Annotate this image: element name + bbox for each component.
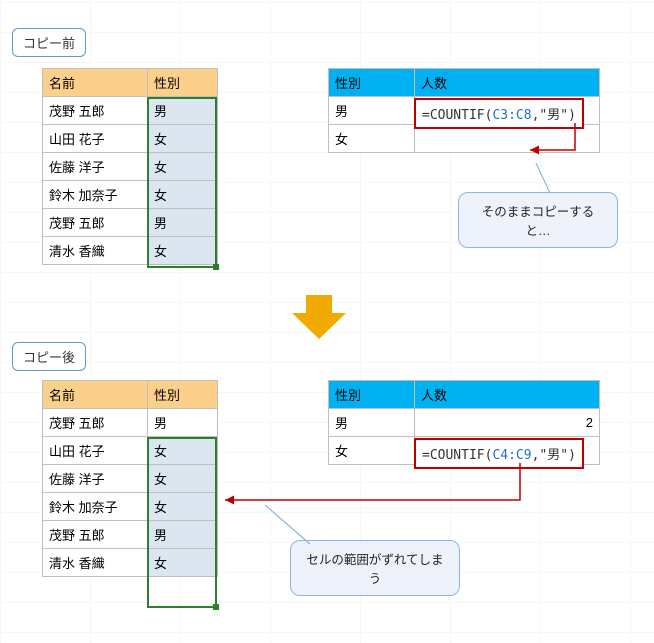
formula-overlay-after: =COUNTIF(C4:C9,"男"): [414, 438, 584, 469]
table-row: 清水 香織女: [43, 237, 218, 265]
callout-shift: セルの範囲がずれてしまう: [290, 540, 460, 596]
formula-suffix: ,"男"): [532, 448, 576, 463]
header-count: 人数: [415, 381, 600, 409]
callout-copy: そのままコピーすると…: [458, 192, 618, 248]
formula-range: C3:C8: [492, 108, 531, 123]
formula-prefix: =COUNTIF(: [422, 448, 492, 463]
header-count: 人数: [415, 69, 600, 97]
table-row: 男2: [329, 409, 600, 437]
header-name: 名前: [43, 381, 148, 409]
header-sex: 性別: [329, 69, 415, 97]
table-row: 佐藤 洋子女: [43, 153, 218, 181]
table-row: 鈴木 加奈子女: [43, 181, 218, 209]
table-row: 茂野 五郎男: [43, 97, 218, 125]
formula-prefix: =COUNTIF(: [422, 108, 492, 123]
result-male: 2: [415, 409, 600, 437]
table-row: 茂野 五郎男: [43, 409, 218, 437]
header-sex: 性別: [148, 381, 218, 409]
table-row: 茂野 五郎男: [43, 521, 218, 549]
people-table-before: 名前 性別 茂野 五郎男 山田 花子女 佐藤 洋子女 鈴木 加奈子女 茂野 五郎…: [42, 68, 218, 265]
tag-after: コピー後: [12, 342, 86, 371]
table-row: 茂野 五郎男: [43, 209, 218, 237]
header-sex: 性別: [329, 381, 415, 409]
table-row: 山田 花子女: [43, 437, 218, 465]
table-row: 佐藤 洋子女: [43, 465, 218, 493]
table-row: 山田 花子女: [43, 125, 218, 153]
table-row: 鈴木 加奈子女: [43, 493, 218, 521]
header-sex: 性別: [148, 69, 218, 97]
header-name: 名前: [43, 69, 148, 97]
people-table-after: 名前 性別 茂野 五郎男 山田 花子女 佐藤 洋子女 鈴木 加奈子女 茂野 五郎…: [42, 380, 218, 577]
tag-before: コピー前: [12, 28, 86, 57]
formula-suffix: ,"男"): [532, 108, 576, 123]
formula-range: C4:C9: [492, 448, 531, 463]
formula-overlay-before: =COUNTIF(C3:C8,"男"): [414, 98, 584, 129]
table-row: 清水 香織女: [43, 549, 218, 577]
